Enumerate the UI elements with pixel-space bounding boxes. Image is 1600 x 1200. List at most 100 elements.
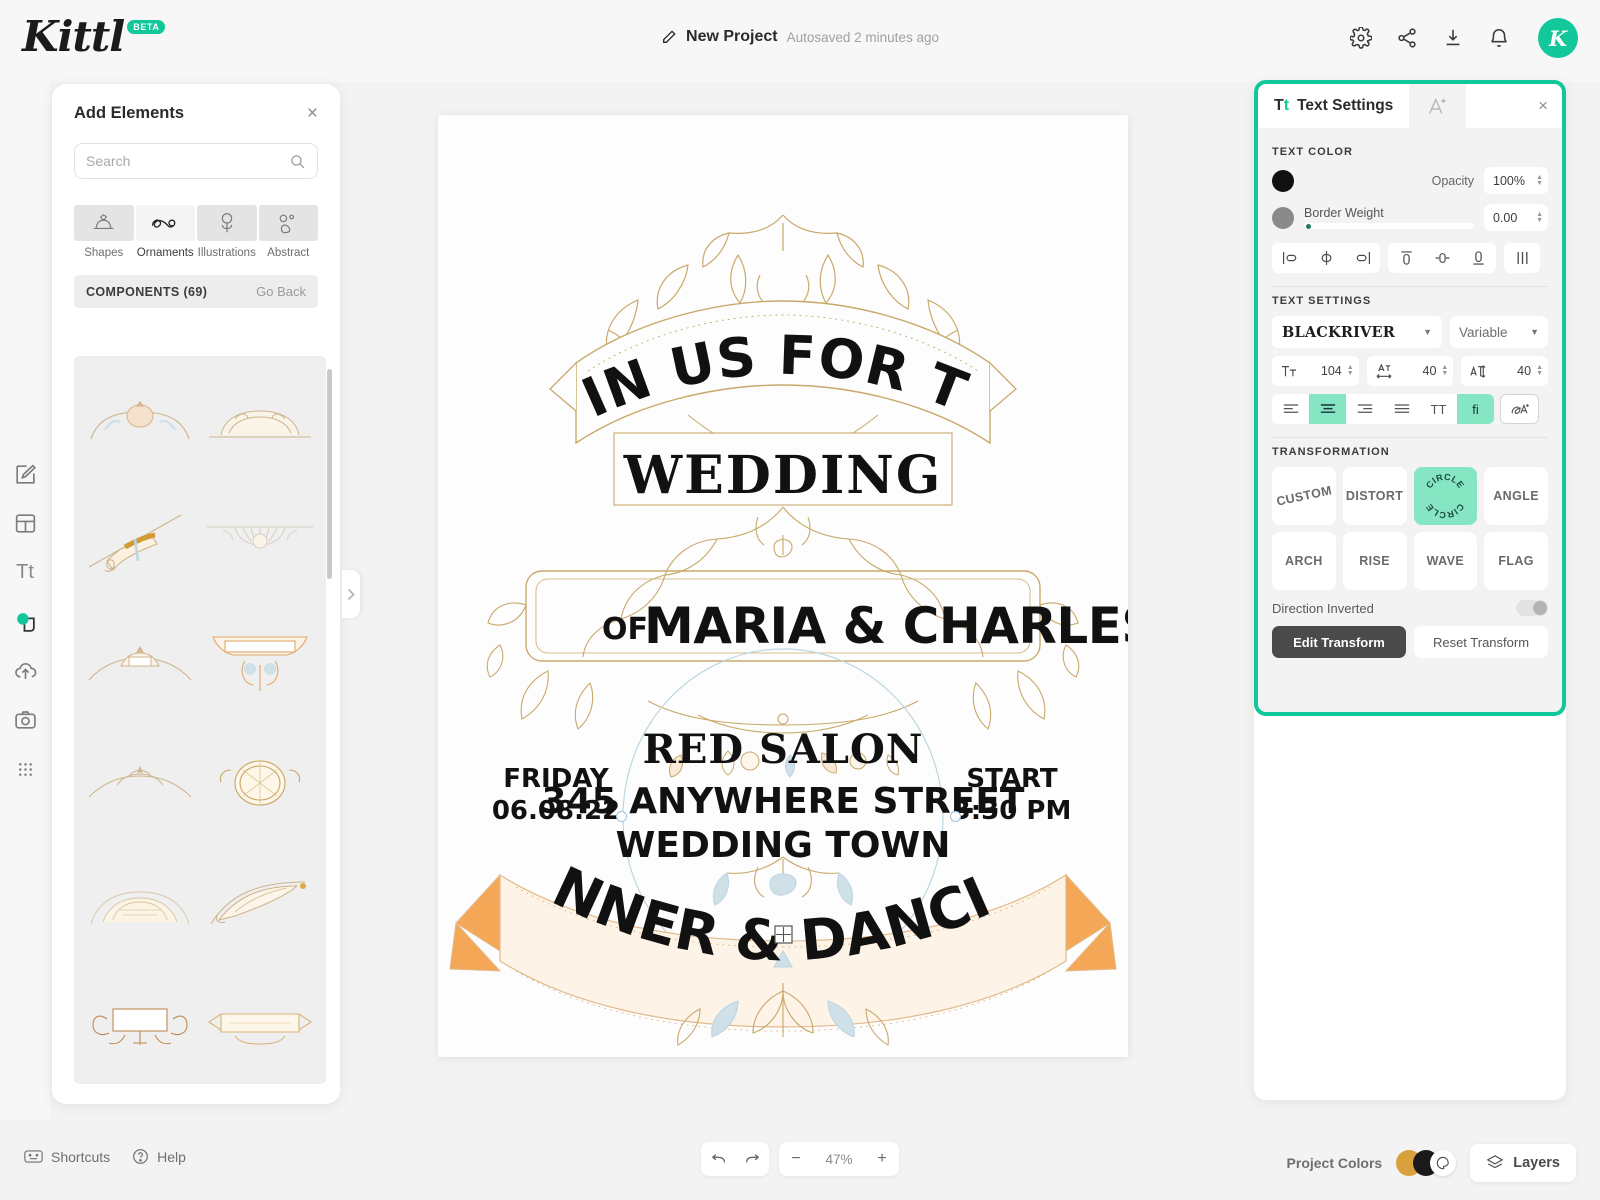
direction-inverted-toggle[interactable] bbox=[1516, 600, 1548, 616]
category-illustrations[interactable]: Illustrations bbox=[197, 195, 257, 259]
elements-tool[interactable] bbox=[13, 609, 38, 634]
text-align-left-icon[interactable] bbox=[1272, 394, 1309, 424]
transform-wave[interactable]: WAVE bbox=[1413, 532, 1478, 590]
ornament-thumb[interactable] bbox=[204, 614, 316, 709]
app-logo[interactable]: Kittl BETA bbox=[22, 12, 166, 61]
transform-rise[interactable]: RISE bbox=[1342, 532, 1407, 590]
text-align-right-icon[interactable] bbox=[1346, 394, 1383, 424]
move-handle-icon[interactable] bbox=[774, 925, 793, 944]
stepper-icon[interactable]: ▲ ▼ bbox=[1536, 174, 1543, 187]
slider-knob[interactable] bbox=[1306, 224, 1311, 229]
tab-text-settings[interactable]: Tt Text Settings bbox=[1258, 84, 1409, 128]
uppercase-toggle[interactable]: TT bbox=[1420, 394, 1457, 424]
line-height-input[interactable]: 40 ▲ ▼ bbox=[1461, 356, 1549, 386]
ornament-crown-cameo-icon bbox=[90, 400, 190, 439]
font-variant-select[interactable]: Variable ▼ bbox=[1450, 316, 1548, 348]
panel-collapse-button[interactable] bbox=[342, 570, 360, 618]
text-fill-swatch[interactable] bbox=[1272, 169, 1294, 192]
close-icon[interactable]: × bbox=[307, 104, 318, 123]
reset-transform-button[interactable]: Reset Transform bbox=[1414, 626, 1548, 658]
font-family-select[interactable]: BLACKRIVER ▼ bbox=[1272, 316, 1442, 348]
ligature-toggle[interactable]: fi bbox=[1457, 394, 1494, 424]
font-size-input[interactable]: 104 ▲ ▼ bbox=[1272, 356, 1359, 386]
ornament-thumb[interactable] bbox=[204, 493, 316, 588]
selection-handle-right[interactable] bbox=[950, 811, 961, 822]
undo-arrow-icon[interactable] bbox=[701, 1142, 735, 1176]
ornament-thumb[interactable] bbox=[204, 977, 316, 1072]
notifications-bell-icon[interactable] bbox=[1488, 27, 1510, 49]
distribute-icon[interactable] bbox=[1504, 243, 1540, 273]
search-input[interactable] bbox=[86, 153, 289, 169]
border-weight-slider[interactable] bbox=[1304, 223, 1474, 229]
ornament-thumb[interactable] bbox=[84, 614, 196, 709]
stepper-icon[interactable]: ▲ ▼ bbox=[1536, 211, 1543, 224]
advanced-type-icon[interactable] bbox=[1500, 394, 1539, 424]
align-right-icon[interactable] bbox=[1344, 243, 1380, 273]
ornament-thumb[interactable] bbox=[204, 856, 316, 951]
category-abstract[interactable]: Abstract bbox=[258, 195, 318, 259]
artboard[interactable]: JOIN US FOR THE WEDDING OF MARIA & CHARL… bbox=[438, 115, 1128, 1057]
redo-arrow-icon[interactable] bbox=[735, 1142, 769, 1176]
palette-icon[interactable] bbox=[1430, 1150, 1457, 1176]
panel-scrollbar[interactable] bbox=[327, 369, 332, 579]
transform-angle[interactable]: ANGLE bbox=[1484, 467, 1548, 525]
opacity-input[interactable]: 100% ▲ ▼ bbox=[1484, 167, 1548, 194]
text-tool[interactable]: Tt bbox=[13, 560, 38, 585]
more-tool[interactable] bbox=[13, 756, 38, 781]
transform-flag[interactable]: FLAG bbox=[1484, 532, 1548, 590]
ornament-thumb[interactable] bbox=[84, 735, 196, 830]
transform-circle[interactable]: CIRCLE CIRCLE bbox=[1413, 467, 1478, 525]
canvas-area[interactable]: JOIN US FOR THE WEDDING OF MARIA & CHARL… bbox=[360, 82, 1250, 1120]
stepper-icon[interactable]: ▲ ▼ bbox=[1441, 364, 1448, 377]
go-back-button[interactable]: Go Back bbox=[256, 284, 306, 299]
ornament-thumb[interactable] bbox=[84, 977, 196, 1072]
ornament-thumb[interactable] bbox=[84, 372, 196, 467]
zoom-out-button[interactable]: − bbox=[779, 1142, 813, 1176]
zoom-level[interactable]: 47% bbox=[813, 1152, 865, 1167]
stepper-icon[interactable]: ▲ ▼ bbox=[1536, 364, 1543, 377]
settings-gear-icon[interactable] bbox=[1350, 27, 1372, 49]
help-button[interactable]: Help bbox=[132, 1148, 186, 1165]
align-left-icon[interactable] bbox=[1272, 243, 1308, 273]
text-align-center-icon[interactable] bbox=[1309, 394, 1346, 424]
letter-spacing-input[interactable]: 40 ▲ ▼ bbox=[1366, 356, 1454, 386]
ornament-fan-divider-icon bbox=[207, 526, 313, 548]
project-colors-swatches[interactable] bbox=[1396, 1150, 1457, 1176]
share-icon[interactable] bbox=[1396, 27, 1418, 49]
transform-arch[interactable]: ARCH bbox=[1272, 532, 1336, 590]
uploads-tool[interactable] bbox=[13, 658, 38, 683]
edit-design-tool[interactable] bbox=[13, 462, 38, 487]
circle-text-icon: CIRCLE CIRCLE bbox=[1424, 472, 1466, 520]
border-weight-input[interactable]: 0.00 ▲ ▼ bbox=[1484, 204, 1548, 231]
ornament-thumb[interactable] bbox=[84, 493, 196, 588]
avatar[interactable]: K bbox=[1538, 18, 1578, 58]
search-icon[interactable] bbox=[289, 153, 306, 170]
transform-distort[interactable]: DISTORT bbox=[1342, 467, 1407, 525]
search-box[interactable] bbox=[74, 143, 318, 179]
align-middle-vertical-icon[interactable] bbox=[1424, 243, 1460, 273]
close-icon[interactable]: × bbox=[1538, 97, 1548, 114]
ornament-thumb[interactable] bbox=[204, 372, 316, 467]
templates-tool[interactable] bbox=[13, 511, 38, 536]
layers-button[interactable]: Layers bbox=[1470, 1144, 1576, 1182]
category-ornaments[interactable]: Ornaments bbox=[135, 195, 195, 259]
stepper-icon[interactable]: ▲ ▼ bbox=[1347, 364, 1354, 377]
ornament-thumb[interactable] bbox=[204, 735, 316, 830]
project-title[interactable]: New Project bbox=[686, 28, 778, 46]
transform-custom[interactable]: CUSTOM bbox=[1272, 467, 1336, 525]
edit-transform-button[interactable]: Edit Transform bbox=[1272, 626, 1406, 658]
selection-handle-left[interactable] bbox=[616, 811, 627, 822]
category-shapes[interactable]: Shapes bbox=[74, 195, 134, 259]
shortcuts-button[interactable]: Shortcuts bbox=[24, 1149, 110, 1165]
project-title-group[interactable]: New Project Autosaved 2 minutes ago bbox=[661, 28, 939, 46]
text-align-justify-icon[interactable] bbox=[1383, 394, 1420, 424]
align-bottom-icon[interactable] bbox=[1460, 243, 1496, 273]
download-icon[interactable] bbox=[1442, 27, 1464, 49]
photos-tool[interactable] bbox=[13, 707, 38, 732]
align-center-horizontal-icon[interactable] bbox=[1308, 243, 1344, 273]
text-border-swatch[interactable] bbox=[1272, 206, 1294, 229]
zoom-in-button[interactable]: + bbox=[865, 1142, 899, 1176]
ornament-thumb[interactable] bbox=[84, 856, 196, 951]
tab-magic-text[interactable] bbox=[1409, 84, 1467, 128]
align-top-icon[interactable] bbox=[1388, 243, 1424, 273]
